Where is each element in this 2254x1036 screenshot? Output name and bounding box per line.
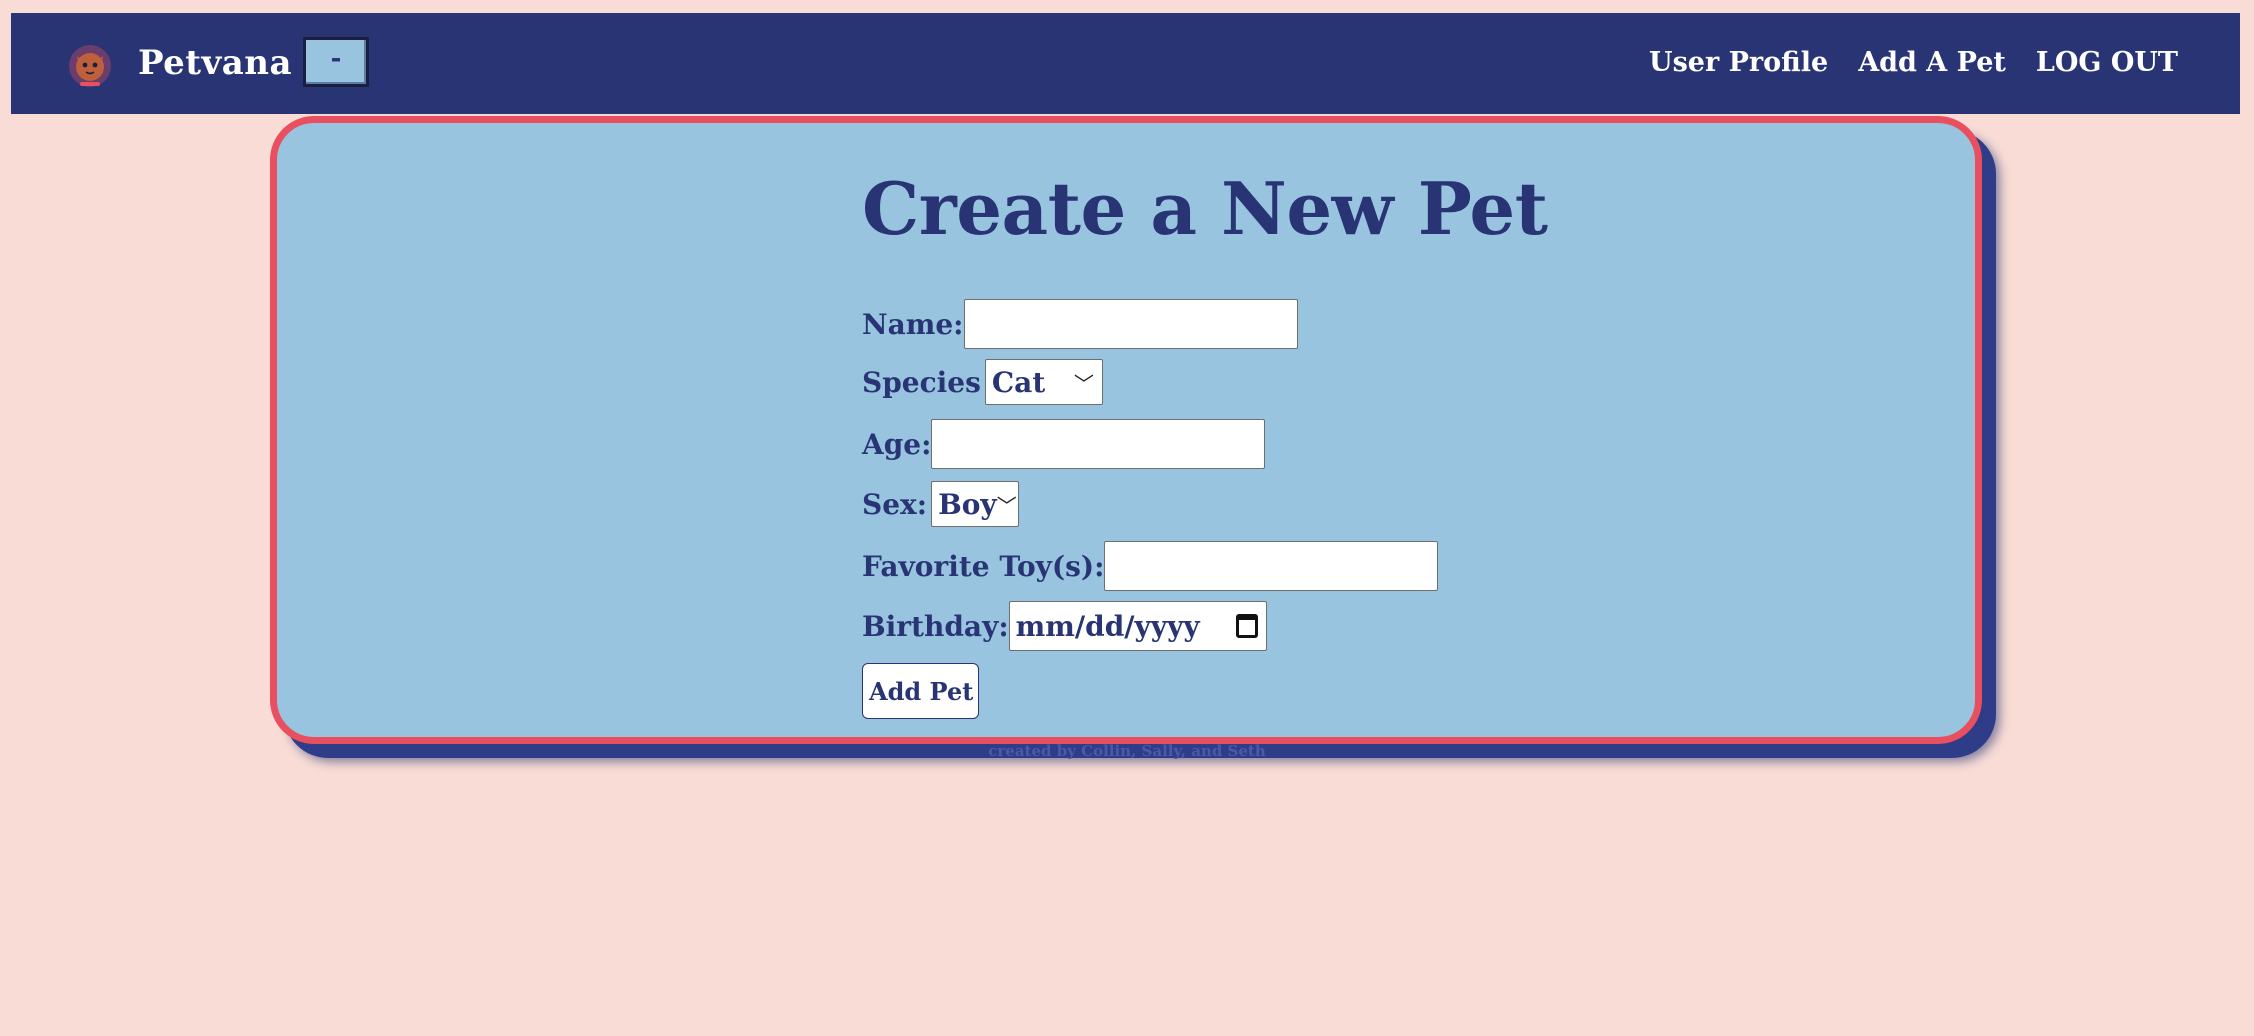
- birthday-row: Birthday: mm/dd/yyyy: [862, 601, 1267, 651]
- name-label: Name:: [862, 307, 964, 341]
- sex-row: Sex: Boy ﹀: [862, 481, 1020, 527]
- species-select-value: Cat: [991, 365, 1046, 399]
- name-input[interactable]: [963, 299, 1298, 349]
- age-label: Age:: [862, 427, 932, 461]
- submit-row: Add Pet: [862, 663, 979, 719]
- nav-link-user-profile[interactable]: User Profile: [1649, 35, 1828, 91]
- age-row: Age:: [862, 419, 1266, 469]
- name-row: Name:: [862, 299, 1298, 349]
- add-pet-button[interactable]: Add Pet: [862, 663, 979, 719]
- sex-select[interactable]: Boy ﹀: [931, 481, 1020, 527]
- favorite-toy-label: Favorite Toy(s):: [862, 549, 1105, 583]
- create-pet-card: Create a New Pet Name: Species Cat ﹀ Age…: [270, 116, 1982, 744]
- chevron-down-icon: ﹀: [1073, 371, 1094, 396]
- footer-credit: created by Collin, Sally, and Seth: [988, 742, 1266, 760]
- birthday-label: Birthday:: [862, 609, 1009, 643]
- menu-toggle-button[interactable]: -: [303, 37, 369, 87]
- chevron-down-icon: ﹀: [996, 493, 1017, 518]
- sex-label: Sex:: [862, 487, 928, 521]
- species-row: Species Cat ﹀: [862, 359, 1103, 405]
- brand-name[interactable]: Petvana: [138, 35, 292, 91]
- nav-link-log-out[interactable]: LOG OUT: [2036, 35, 2178, 91]
- birthday-placeholder: mm/dd/yyyy: [1015, 609, 1200, 643]
- navbar: Petvana - User Profile Add A Pet LOG OUT: [11, 13, 2240, 114]
- age-input[interactable]: [931, 419, 1266, 469]
- create-pet-form: Create a New Pet Name: Species Cat ﹀ Age…: [862, 161, 1548, 719]
- pet-logo-icon[interactable]: [66, 42, 114, 90]
- calendar-icon[interactable]: [1235, 614, 1258, 638]
- species-label: Species: [862, 365, 981, 399]
- sex-select-value: Boy: [938, 487, 997, 521]
- species-select[interactable]: Cat ﹀: [984, 359, 1103, 405]
- page-title: Create a New Pet: [862, 166, 1548, 251]
- nav-link-add-a-pet[interactable]: Add A Pet: [1858, 35, 2006, 91]
- nav-links: User Profile Add A Pet LOG OUT: [1649, 35, 2178, 91]
- birthday-date-input[interactable]: mm/dd/yyyy: [1008, 601, 1267, 651]
- favorite-toy-input[interactable]: [1104, 541, 1439, 591]
- toy-row: Favorite Toy(s):: [862, 541, 1439, 591]
